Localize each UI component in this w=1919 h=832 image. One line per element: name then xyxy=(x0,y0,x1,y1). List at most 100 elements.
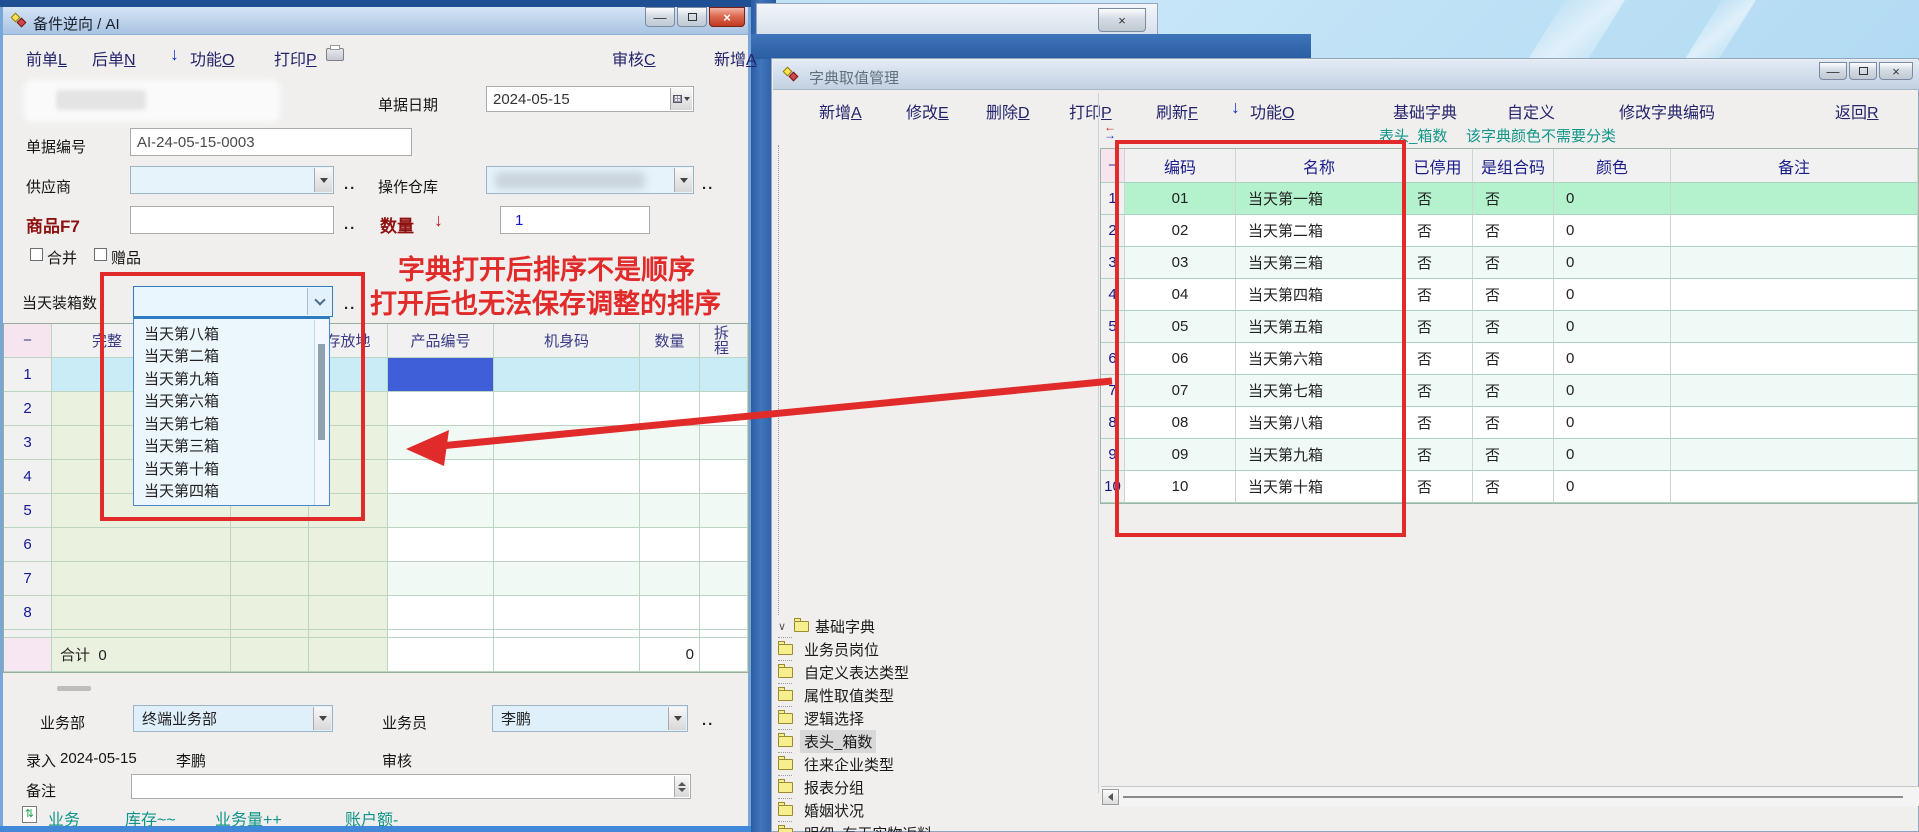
grid-cell[interactable] xyxy=(640,596,700,630)
grid-cell[interactable] xyxy=(52,596,231,630)
chevron-down-icon[interactable] xyxy=(668,707,686,730)
grid-cell[interactable] xyxy=(640,528,700,562)
toolbar-next-doc[interactable]: 后单N xyxy=(92,46,136,70)
grid-cell[interactable] xyxy=(494,528,640,562)
grid-cell[interactable] xyxy=(494,426,640,460)
grid-cell[interactable] xyxy=(700,392,748,426)
grid-header-cell[interactable]: 已停用 xyxy=(1403,149,1473,183)
grid-cell[interactable]: 0 xyxy=(1554,343,1671,375)
row-number[interactable]: 6 xyxy=(1101,343,1125,375)
row-number[interactable]: 7 xyxy=(1101,375,1125,407)
link-account-amount[interactable]: 账户额- xyxy=(345,806,398,830)
grid-cell[interactable]: 当天第三箱 xyxy=(1236,247,1403,279)
grid-cell[interactable]: 否 xyxy=(1403,439,1473,471)
spinner-buttons[interactable] xyxy=(674,776,689,797)
grid-cell[interactable] xyxy=(309,596,388,630)
grid-cell[interactable] xyxy=(1671,279,1918,311)
tree-item[interactable]: 明细_有无实物返料 xyxy=(778,822,1096,832)
grid-cell[interactable] xyxy=(700,426,748,460)
grid-cell[interactable]: 0 xyxy=(1554,183,1671,215)
toolbar-functions[interactable]: 功能O xyxy=(1250,99,1294,123)
grid-cell[interactable]: 否 xyxy=(1403,279,1473,311)
row-number[interactable]: 9 xyxy=(1101,439,1125,471)
selected-cell[interactable] xyxy=(388,358,494,392)
grid-cell[interactable]: 否 xyxy=(1403,471,1473,503)
grid-cell[interactable]: 10 xyxy=(1125,471,1236,503)
grid-cell[interactable] xyxy=(52,528,231,562)
grid-cell[interactable] xyxy=(494,494,640,528)
grid-cell[interactable] xyxy=(1671,311,1918,343)
dropdown-item[interactable]: 当天第六箱 xyxy=(134,390,314,412)
grid-cell[interactable] xyxy=(1671,247,1918,279)
grid-cell[interactable] xyxy=(700,528,748,562)
grid-cell[interactable]: 否 xyxy=(1473,183,1554,215)
tree-item[interactable]: 往来企业类型 xyxy=(778,753,1096,775)
grid-cell[interactable] xyxy=(388,460,494,494)
grid-cell[interactable] xyxy=(700,460,748,494)
minimize-icon[interactable]: — xyxy=(645,7,675,27)
maximize-icon[interactable] xyxy=(1849,62,1877,80)
grid-cell[interactable]: 09 xyxy=(1125,439,1236,471)
grid-header-cell[interactable]: 备注 xyxy=(1671,149,1918,183)
toolbar-base-dict[interactable]: 基础字典 xyxy=(1393,99,1457,123)
grid-cell[interactable]: 否 xyxy=(1473,279,1554,311)
tree-item[interactable]: 表头_箱数 xyxy=(778,730,1096,752)
grid-cell[interactable]: 0 xyxy=(1554,375,1671,407)
grid-cell[interactable] xyxy=(640,494,700,528)
grid-cell[interactable] xyxy=(1671,375,1918,407)
box-count-combo[interactable] xyxy=(133,286,333,317)
row-number[interactable]: 7 xyxy=(4,562,52,596)
chevron-down-icon[interactable] xyxy=(307,288,331,315)
row-number[interactable]: 5 xyxy=(1101,311,1125,343)
grid-cell[interactable] xyxy=(640,392,700,426)
grid-cell[interactable]: 当天第一箱 xyxy=(1236,183,1403,215)
maximize-icon[interactable] xyxy=(677,7,707,27)
row-number[interactable]: 1 xyxy=(1101,183,1125,215)
doc-date-field[interactable]: 2024-05-15 xyxy=(486,86,694,112)
row-number[interactable]: 1 xyxy=(4,358,52,392)
grid-cell[interactable] xyxy=(494,460,640,494)
toolbar-edit[interactable]: 修改E xyxy=(906,99,949,123)
gift-checkbox[interactable] xyxy=(94,248,107,261)
grid-cell[interactable]: 当天第九箱 xyxy=(1236,439,1403,471)
grid-cell[interactable]: 否 xyxy=(1473,375,1554,407)
grid-cell[interactable] xyxy=(494,596,640,630)
grid-cell[interactable]: 当天第八箱 xyxy=(1236,407,1403,439)
toolbar-prev-doc[interactable]: 前单L xyxy=(26,46,67,70)
row-number[interactable]: 6 xyxy=(4,528,52,562)
grid-cell[interactable]: 否 xyxy=(1473,439,1554,471)
dropdown-item[interactable]: 当天第三箱 xyxy=(134,435,314,457)
box-count-more-button[interactable]: .. xyxy=(344,296,356,313)
scrollbar-thumb[interactable] xyxy=(318,344,325,440)
dropdown-item[interactable]: 当天第二箱 xyxy=(134,345,314,367)
grid-cell[interactable] xyxy=(640,460,700,494)
minimize-icon[interactable]: — xyxy=(1819,62,1847,80)
grid-cell[interactable]: 06 xyxy=(1125,343,1236,375)
grid-cell[interactable] xyxy=(388,562,494,596)
toolbar-add[interactable]: 新增A xyxy=(819,99,862,123)
scroll-left-icon[interactable] xyxy=(1102,789,1119,805)
grid-header-cell[interactable]: 拆程 xyxy=(700,324,748,358)
toolbar-functions[interactable]: 功能O xyxy=(190,46,234,70)
grid-cell[interactable]: 否 xyxy=(1473,215,1554,247)
tree-item[interactable]: 自定义表达类型 xyxy=(778,661,1096,683)
row-number[interactable]: 5 xyxy=(4,494,52,528)
grid-cell[interactable]: 否 xyxy=(1473,311,1554,343)
grid-cell[interactable]: 07 xyxy=(1125,375,1236,407)
row-number[interactable]: 8 xyxy=(4,596,52,630)
warehouse-more-button[interactable]: .. xyxy=(702,176,714,193)
grid-header-cell[interactable]: 颜色 xyxy=(1554,149,1671,183)
toolbar-return[interactable]: 返回R xyxy=(1835,99,1879,123)
dept-combo[interactable]: 终端业务部 xyxy=(133,705,333,732)
grid-cell[interactable]: 否 xyxy=(1473,247,1554,279)
link-business[interactable]: 业务 xyxy=(48,806,80,830)
grid-cell[interactable] xyxy=(1671,471,1918,503)
tree-item[interactable]: 属性取值类型 xyxy=(778,684,1096,706)
toolbar-delete[interactable]: 删除D xyxy=(986,99,1030,123)
grid-cell[interactable] xyxy=(494,562,640,596)
calendar-dropdown-icon[interactable] xyxy=(670,88,692,110)
grid-cell[interactable]: 05 xyxy=(1125,311,1236,343)
toolbar-custom[interactable]: 自定义 xyxy=(1507,99,1555,123)
grid-cell[interactable] xyxy=(388,494,494,528)
grid-cell[interactable]: 当天第六箱 xyxy=(1236,343,1403,375)
